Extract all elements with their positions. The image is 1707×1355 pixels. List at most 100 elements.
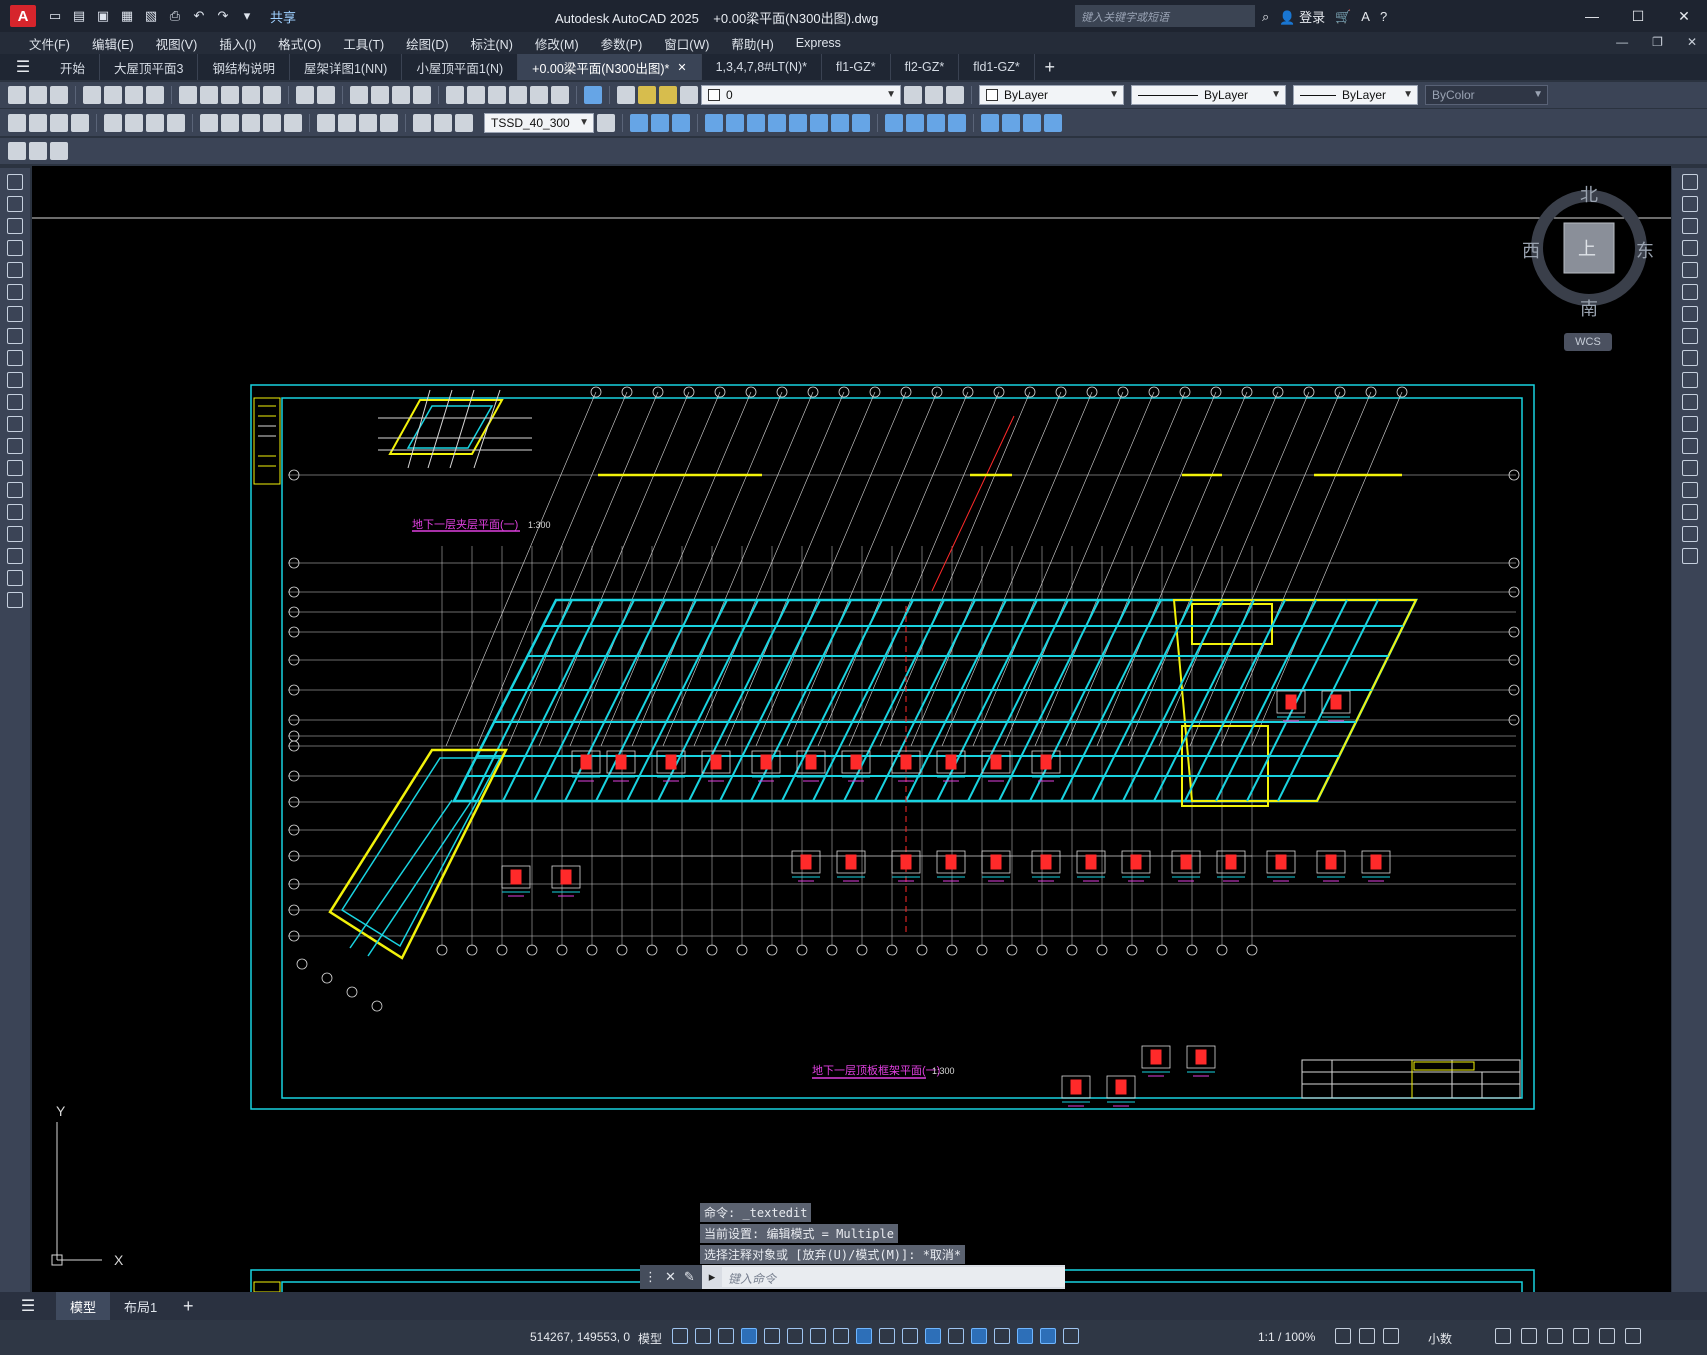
menu-modify[interactable]: 修改(M) [524, 34, 590, 53]
revision-cloud-icon[interactable] [7, 328, 23, 344]
dimension-update-icon[interactable] [455, 113, 473, 132]
object-snap-icon[interactable] [856, 1328, 872, 1344]
transparency-icon[interactable] [902, 1328, 918, 1344]
plot-preview-icon[interactable] [104, 86, 122, 104]
doc-tab[interactable]: fl2-GZ* [891, 54, 960, 80]
selection-filter-icon[interactable] [994, 1328, 1010, 1344]
menu-window[interactable]: 窗口(W) [653, 34, 720, 53]
join-icon[interactable] [1681, 460, 1698, 476]
menu-format[interactable]: 格式(O) [267, 34, 332, 53]
table-icon[interactable] [7, 548, 23, 564]
explode-icon[interactable] [1681, 548, 1698, 564]
loft-icon[interactable] [789, 113, 807, 132]
close-button[interactable]: ✕ [1661, 0, 1707, 32]
layer-walk-icon[interactable] [50, 142, 68, 160]
isolate-objects-icon[interactable] [1547, 1328, 1563, 1344]
construction-line-icon[interactable] [7, 196, 23, 212]
help-icon[interactable]: ? [1380, 9, 1387, 24]
model-space-canvas[interactable]: 地下一层夹层平面(一) 1:300 地下一层顶板框架平面(一) 1:300 Y … [32, 166, 1671, 1292]
doc-tab[interactable]: 小屋顶平面1(N) [402, 54, 519, 80]
qat-dropdown-icon[interactable]: ▾ [238, 7, 256, 25]
make-block-icon[interactable] [7, 438, 23, 454]
autodesk-a-icon[interactable]: A [1361, 9, 1370, 24]
blend-curves-icon[interactable] [1681, 526, 1698, 542]
redo-icon[interactable]: ↷ [214, 7, 232, 25]
menu-edit[interactable]: 编辑(E) [81, 34, 145, 53]
publish-icon[interactable] [125, 86, 143, 104]
menu-dimension[interactable]: 标注(N) [460, 34, 524, 53]
break-at-point-icon[interactable] [1681, 416, 1698, 432]
dimension-space-icon[interactable] [263, 113, 281, 132]
line-icon[interactable] [7, 174, 23, 190]
zoom-realtime-icon[interactable] [371, 86, 389, 104]
design-center-icon[interactable] [467, 86, 485, 104]
selection-cycling-icon[interactable] [925, 1328, 941, 1344]
grid-icon[interactable] [672, 1328, 688, 1344]
web-mobile-icon[interactable]: ▧ [142, 7, 160, 25]
pan-icon[interactable] [350, 86, 368, 104]
auto-scale-icon[interactable] [1063, 1328, 1079, 1344]
layer-freeze-icon[interactable] [659, 86, 677, 104]
ellipse-arc-icon[interactable] [7, 394, 23, 410]
lineweight-dropdown[interactable]: ByLayer ▼ [1293, 85, 1418, 105]
clean-screen-icon[interactable] [1599, 1328, 1615, 1344]
doc-tab[interactable]: 钢结构说明 [198, 54, 290, 80]
doc-close-button[interactable]: ✕ [1687, 35, 1697, 49]
intersect-icon[interactable] [852, 113, 870, 132]
command-input[interactable]: 键入命令 [722, 1267, 1065, 1287]
doc-tab[interactable]: 大屋顶平面3 [100, 54, 199, 80]
paste-icon[interactable] [221, 86, 239, 104]
menu-insert[interactable]: 插入(I) [208, 34, 267, 53]
match-properties-icon[interactable] [242, 86, 260, 104]
dimstyle-dropdown[interactable]: TSSD_40_300 ▼ [484, 112, 594, 133]
viewcube-east[interactable]: 东 [1636, 237, 1654, 263]
color-dropdown[interactable]: ByLayer ▼ [979, 85, 1124, 105]
sweep-icon[interactable] [747, 113, 765, 132]
radius-icon[interactable] [104, 113, 122, 132]
calculator-icon[interactable] [551, 86, 569, 104]
shell-icon[interactable] [1044, 113, 1062, 132]
insert-block-icon[interactable] [7, 416, 23, 432]
offset-icon[interactable] [1681, 240, 1698, 256]
multiline-text-icon[interactable] [7, 570, 23, 586]
arc-icon[interactable] [7, 284, 23, 300]
center-mark-icon[interactable] [338, 113, 356, 132]
new-tab-button[interactable]: + [1035, 54, 1065, 80]
arc-length-icon[interactable] [50, 113, 68, 132]
doc-minimize-button[interactable]: — [1616, 35, 1628, 49]
undo-icon[interactable]: ↶ [190, 7, 208, 25]
customize-icon[interactable]: ✎ [684, 1269, 695, 1285]
region-icon[interactable] [7, 526, 23, 542]
menu-view[interactable]: 视图(V) [145, 34, 209, 53]
aligned-dimension-icon[interactable] [29, 113, 47, 132]
diameter-icon[interactable] [146, 113, 164, 132]
layout-tab-layout1[interactable]: 布局1 [110, 1292, 171, 1320]
chamfer-icon[interactable] [1681, 482, 1698, 498]
units-readout[interactable]: 小数 [1428, 1330, 1452, 1347]
redo-icon[interactable] [317, 86, 335, 104]
add-selected-icon[interactable] [7, 592, 23, 608]
dynamic-ucs-icon[interactable] [971, 1328, 987, 1344]
doc-tab[interactable]: 1,3,4,7,8#LT(N)* [702, 54, 823, 80]
viewcube-top-face[interactable]: 上 [1578, 235, 1596, 261]
doc-tab[interactable]: fl1-GZ* [822, 54, 891, 80]
layer-lock-icon[interactable] [680, 86, 698, 104]
inspection-icon[interactable] [359, 113, 377, 132]
jogged-icon[interactable] [125, 113, 143, 132]
quick-dimension-icon[interactable] [200, 113, 218, 132]
new-icon[interactable] [8, 86, 26, 104]
open-icon[interactable] [29, 86, 47, 104]
coordinates-readout[interactable]: 514267, 149553, 0 [530, 1330, 630, 1344]
angular-icon[interactable] [167, 113, 185, 132]
ellipse-icon[interactable] [7, 372, 23, 388]
units-icon[interactable] [1383, 1328, 1399, 1344]
doc-tab-start[interactable]: 开始 [46, 54, 101, 80]
command-prompt-icon[interactable]: ▸ [702, 1269, 722, 1285]
copy-object-icon[interactable] [1681, 196, 1698, 212]
union-icon[interactable] [810, 113, 828, 132]
revolve-icon[interactable] [768, 113, 786, 132]
extend-icon[interactable] [1681, 394, 1698, 410]
viewcube-south[interactable]: 南 [1580, 295, 1598, 321]
layer-state-icon[interactable] [946, 86, 964, 104]
dimension-text-edit-icon[interactable] [434, 113, 452, 132]
